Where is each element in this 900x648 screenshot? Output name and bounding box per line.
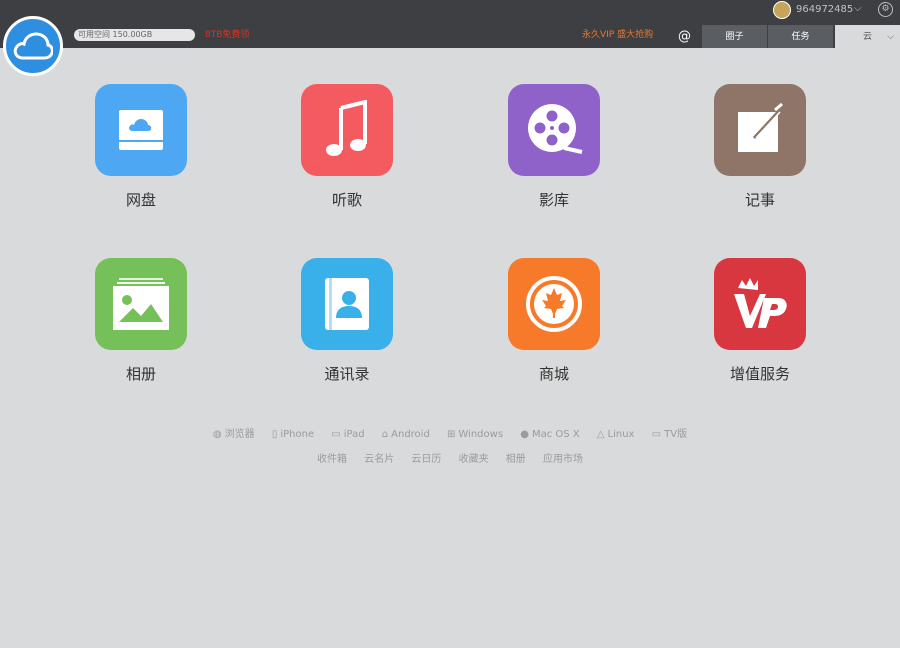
platform-browser-link[interactable]: ◍ 浏览器 [213, 429, 255, 440]
tablet-icon: ▭ [331, 429, 341, 440]
settings-icon[interactable]: ⚙ [878, 2, 893, 17]
app-label: 听歌 [331, 191, 362, 209]
free-space-promo-link[interactable]: 8TB免费领 [205, 29, 249, 41]
platform-label: Windows [458, 429, 504, 440]
notepad-icon [714, 84, 806, 176]
cloud-logo-icon [13, 32, 53, 60]
storage-space-indicator: 可用空间 150.00GB [74, 29, 195, 41]
platform-label: Linux [607, 429, 635, 440]
platform-label: Android [391, 429, 430, 440]
phone-icon: ▯ [271, 429, 278, 440]
footer-link[interactable]: 收件箱 [317, 454, 347, 465]
vip-icon [714, 258, 806, 350]
platform-label: 浏览器 [224, 429, 255, 440]
platform-label: iPad [343, 429, 365, 440]
footer-links: 收件箱 云名片 云日历 收藏夹 相册 应用市场 [0, 450, 900, 465]
linux-icon: △ [596, 429, 605, 440]
tab-label: 云 [862, 32, 872, 42]
app-label: 通讯录 [324, 365, 370, 383]
tab-circle[interactable]: 圈子 [702, 25, 767, 48]
tab-cloud[interactable]: 云 ⌵ [835, 25, 900, 48]
app-label: 商城 [538, 365, 569, 383]
platform-mac-link[interactable]: ● Mac OS X [520, 429, 579, 440]
vip-promo-link[interactable]: 永久VIP 盛大抢购 [582, 29, 653, 41]
app-photos[interactable]: 相册 [76, 258, 206, 384]
chevron-down-icon[interactable]: ⌵ [887, 25, 894, 50]
app-store[interactable]: 商城 [489, 258, 619, 384]
platform-windows-link[interactable]: ⊞ Windows [447, 429, 503, 440]
app-video-library[interactable]: 影库 [489, 84, 619, 210]
globe-icon: ◍ [212, 429, 222, 440]
footer-link[interactable]: 收藏夹 [459, 454, 489, 465]
apple-icon: ● [520, 429, 529, 440]
android-icon: ⌂ [381, 429, 389, 440]
app-contacts[interactable]: 通讯录 [282, 258, 412, 384]
film-reel-icon [508, 84, 600, 176]
platform-label: iPhone [280, 429, 315, 440]
tv-icon: ▭ [651, 429, 662, 440]
tab-label: 圈子 [725, 32, 744, 42]
platform-links: ◍ 浏览器 ▯ iPhone ▭ iPad ⌂ Android ⊞ Windows ● Ma… [0, 425, 900, 440]
app-music[interactable]: 听歌 [282, 84, 412, 210]
app-label: 影库 [538, 191, 569, 209]
app-label: 记事 [744, 191, 775, 209]
platform-label: Mac OS X [531, 429, 580, 440]
windows-icon: ⊞ [447, 429, 456, 440]
app-logo[interactable] [3, 16, 63, 76]
footer-link[interactable]: 云日历 [411, 454, 441, 465]
chevron-down-icon[interactable]: ⌵ [854, 3, 862, 14]
platform-label: TV版 [664, 429, 688, 440]
app-label: 相册 [125, 365, 156, 383]
app-vip-services[interactable]: 增值服务 [695, 258, 825, 384]
app-label: 增值服务 [729, 365, 790, 383]
platform-iphone-link[interactable]: ▯ iPhone [272, 429, 314, 440]
app-notes[interactable]: 记事 [695, 84, 825, 210]
contacts-icon [301, 258, 393, 350]
storage-space-label: 可用空间 150.00GB [78, 30, 153, 39]
platform-linux-link[interactable]: △ Linux [597, 429, 635, 440]
music-note-icon [301, 84, 393, 176]
platform-tv-link[interactable]: ▭ TV版 [652, 429, 687, 440]
footer-link[interactable]: 云名片 [364, 454, 394, 465]
tab-label: 任务 [791, 32, 810, 42]
user-id[interactable]: 964972485 [796, 3, 853, 17]
app-cloud-drive[interactable]: 网盘 [76, 84, 206, 210]
tab-task[interactable]: 任务 [768, 25, 833, 48]
platform-android-link[interactable]: ⌂ Android [382, 429, 430, 440]
avatar[interactable] [773, 1, 791, 19]
footer-link[interactable]: 应用市场 [543, 454, 583, 465]
user-area: 964972485 ⌵ ⚙ [770, 0, 900, 20]
cloud-drive-icon [95, 84, 187, 176]
app-label: 网盘 [125, 191, 156, 209]
footer-link[interactable]: 相册 [506, 454, 526, 465]
maple-leaf-icon [508, 258, 600, 350]
photo-icon [95, 258, 187, 350]
at-icon[interactable]: @ [678, 29, 691, 45]
top-bar: 可用空间 150.00GB 8TB免费领 永久VIP 盛大抢购 @ 圈子 任务 … [0, 0, 900, 48]
platform-ipad-link[interactable]: ▭ iPad [331, 429, 364, 440]
